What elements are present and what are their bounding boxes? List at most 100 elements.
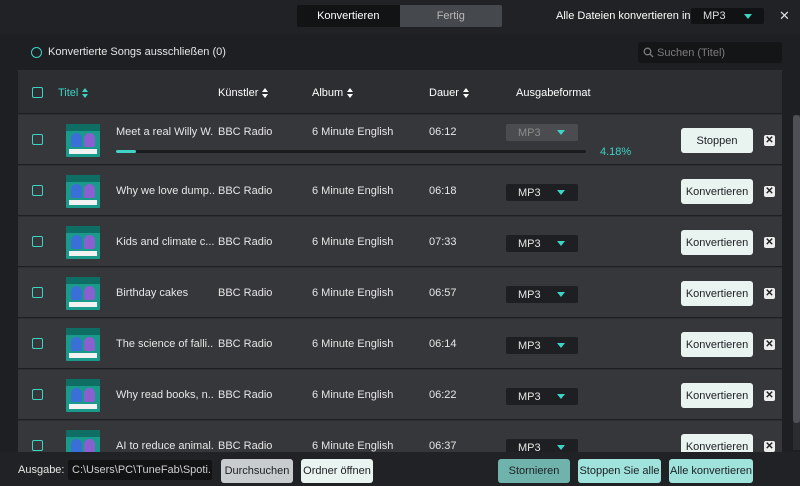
column-header-artist-label: Künstler bbox=[218, 87, 259, 99]
delete-icon[interactable]: ✕ bbox=[764, 135, 775, 146]
column-header-artist[interactable]: Künstler bbox=[218, 87, 269, 99]
chevron-down-icon bbox=[744, 14, 752, 19]
song-duration: 06:18 bbox=[429, 185, 457, 197]
convert-button[interactable]: Konvertieren bbox=[681, 383, 753, 408]
song-duration: 06:22 bbox=[429, 389, 457, 401]
chevron-down-icon bbox=[557, 292, 565, 297]
output-path-field[interactable]: C:\Users\PC\TuneFab\Spoti... bbox=[68, 460, 212, 480]
convert-all-format-label: Alle Dateien konvertieren in: bbox=[556, 10, 694, 22]
row-format-value: MP3 bbox=[518, 339, 541, 352]
song-album: 6 Minute English bbox=[312, 126, 394, 138]
open-folder-button[interactable]: Ordner öffnen bbox=[301, 459, 373, 483]
delete-icon[interactable]: ✕ bbox=[764, 186, 775, 197]
row-format-value: MP3 bbox=[518, 441, 541, 453]
row-format-select[interactable]: MP3 bbox=[506, 286, 578, 303]
delete-icon[interactable]: ✕ bbox=[764, 237, 775, 248]
output-label: Ausgabe: bbox=[18, 464, 65, 476]
column-header-title[interactable]: Titel bbox=[58, 87, 89, 99]
row-format-select[interactable]: MP3 bbox=[506, 184, 578, 201]
row-checkbox[interactable] bbox=[32, 287, 43, 298]
table-row: AI to reduce animal... BBC Radio 6 Minut… bbox=[18, 421, 782, 452]
convert-button[interactable]: Konvertieren bbox=[681, 179, 753, 204]
sort-icon bbox=[262, 88, 269, 98]
song-album: 6 Minute English bbox=[312, 236, 394, 248]
convert-all-button[interactable]: Alle konvertieren bbox=[669, 459, 753, 483]
song-duration: 06:14 bbox=[429, 338, 457, 350]
column-header-album[interactable]: Album bbox=[312, 87, 354, 99]
cover-thumbnail bbox=[66, 175, 100, 208]
chevron-down-icon bbox=[557, 130, 565, 135]
convert-button[interactable]: Konvertieren bbox=[681, 281, 753, 306]
cover-thumbnail bbox=[66, 379, 100, 412]
vertical-scrollbar[interactable] bbox=[793, 115, 800, 450]
chevron-down-icon bbox=[557, 190, 565, 195]
row-format-select[interactable]: MP3 bbox=[506, 337, 578, 354]
song-duration: 06:57 bbox=[429, 287, 457, 299]
column-header-output-format: Ausgabeformat bbox=[516, 87, 591, 99]
stop-button[interactable]: Stoppen bbox=[681, 128, 753, 153]
row-checkbox[interactable] bbox=[32, 440, 43, 451]
row-format-select[interactable]: MP3 bbox=[506, 439, 578, 452]
browse-button[interactable]: Durchsuchen bbox=[221, 459, 293, 483]
song-album: 6 Minute English bbox=[312, 389, 394, 401]
table-row: Why we love dump... BBC Radio 6 Minute E… bbox=[18, 166, 782, 216]
table-row: Birthday cakes BBC Radio 6 Minute Englis… bbox=[18, 268, 782, 318]
close-icon[interactable]: ✕ bbox=[779, 8, 790, 24]
row-checkbox[interactable] bbox=[32, 389, 43, 400]
convert-button[interactable]: Konvertieren bbox=[681, 230, 753, 255]
convert-button[interactable]: Konvertieren bbox=[681, 434, 753, 452]
exclude-converted-label: Konvertierte Songs ausschließen (0) bbox=[48, 46, 226, 58]
tab-finished[interactable]: Fertig bbox=[399, 5, 502, 27]
song-album: 6 Minute English bbox=[312, 440, 394, 452]
cancel-button[interactable]: Stornieren bbox=[498, 459, 570, 483]
song-duration: 06:37 bbox=[429, 440, 457, 452]
row-format-value: MP3 bbox=[518, 288, 541, 301]
convert-all-format-select[interactable]: MP3 bbox=[691, 8, 764, 24]
cover-thumbnail bbox=[66, 226, 100, 259]
top-bar: Konvertieren Fertig Alle Dateien konvert… bbox=[0, 0, 800, 34]
tab-convert[interactable]: Konvertieren bbox=[297, 5, 400, 27]
row-checkbox[interactable] bbox=[32, 134, 43, 145]
row-checkbox[interactable] bbox=[32, 185, 43, 196]
scrollbar-thumb[interactable] bbox=[793, 115, 800, 423]
chevron-down-icon bbox=[557, 343, 565, 348]
song-duration: 07:33 bbox=[429, 236, 457, 248]
cover-thumbnail bbox=[66, 124, 100, 157]
song-title: Why we love dump... bbox=[116, 185, 214, 197]
song-artist: BBC Radio bbox=[218, 389, 273, 401]
table-row: Kids and climate c... BBC Radio 6 Minute… bbox=[18, 217, 782, 267]
song-title: Why read books, n... bbox=[116, 389, 214, 401]
song-table: Titel Künstler Album Dauer Ausgabeformat… bbox=[18, 70, 782, 452]
row-format-select[interactable]: MP3 bbox=[506, 235, 578, 252]
chevron-down-icon bbox=[557, 241, 565, 246]
progress-fill bbox=[116, 150, 136, 153]
delete-icon[interactable]: ✕ bbox=[764, 288, 775, 299]
delete-icon[interactable]: ✕ bbox=[764, 441, 775, 452]
exclude-converted-toggle[interactable]: Konvertierte Songs ausschließen (0) bbox=[31, 46, 226, 58]
cover-thumbnail bbox=[66, 277, 100, 310]
delete-icon[interactable]: ✕ bbox=[764, 339, 775, 350]
convert-button[interactable]: Konvertieren bbox=[681, 332, 753, 357]
song-artist: BBC Radio bbox=[218, 185, 273, 197]
row-format-select[interactable]: MP3 bbox=[506, 124, 578, 141]
song-artist: BBC Radio bbox=[218, 440, 273, 452]
search-icon bbox=[643, 47, 654, 58]
row-format-value: MP3 bbox=[518, 237, 541, 250]
column-header-title-label: Titel bbox=[58, 87, 79, 99]
song-duration: 06:12 bbox=[429, 126, 457, 138]
select-all-checkbox[interactable] bbox=[32, 87, 43, 98]
stop-all-button[interactable]: Stoppen Sie alle bbox=[578, 459, 661, 483]
song-title: AI to reduce animal... bbox=[116, 440, 214, 452]
cover-thumbnail bbox=[66, 328, 100, 361]
column-header-duration[interactable]: Dauer bbox=[429, 87, 470, 99]
search-input[interactable]: Suchen (Titel) bbox=[638, 42, 782, 63]
row-checkbox[interactable] bbox=[32, 236, 43, 247]
row-checkbox[interactable] bbox=[32, 338, 43, 349]
row-format-value: MP3 bbox=[518, 186, 541, 199]
song-title: Meet a real Willy W... bbox=[116, 126, 214, 138]
delete-icon[interactable]: ✕ bbox=[764, 390, 775, 401]
table-row: The science of falli... BBC Radio 6 Minu… bbox=[18, 319, 782, 369]
row-format-select[interactable]: MP3 bbox=[506, 388, 578, 405]
song-title: Birthday cakes bbox=[116, 287, 189, 299]
progress-percent: 4.18% bbox=[600, 146, 632, 158]
